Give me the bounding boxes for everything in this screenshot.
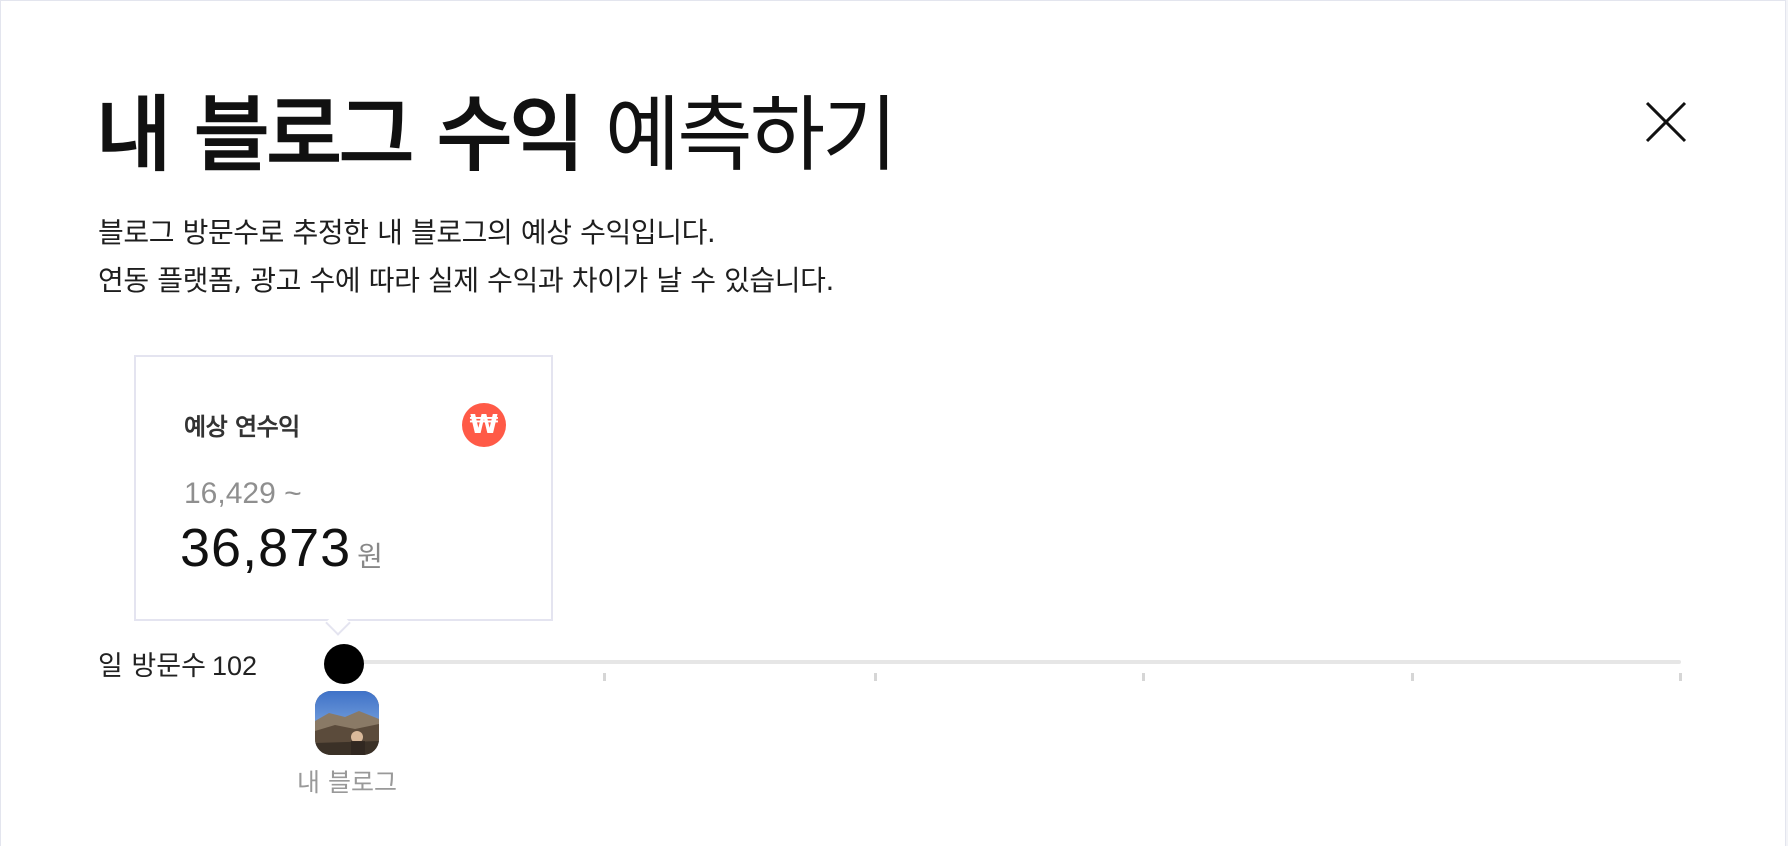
description-line-1: 블로그 방문수로 추정한 내 블로그의 예상 수익입니다.: [98, 216, 716, 249]
estimate-label: 예상 연수익: [184, 413, 300, 441]
visits-slider-thumb[interactable]: [324, 644, 364, 684]
page-title: 내 블로그 수익 예측하기: [96, 81, 898, 191]
estimate-max-value: 36,873: [180, 518, 352, 578]
close-icon: [1645, 101, 1687, 143]
visits-slider-track[interactable]: [344, 660, 1681, 664]
blog-photo-image: [315, 691, 379, 755]
description: 블로그 방문수로 추정한 내 블로그의 예상 수익입니다. 연동 플랫폼, 광고…: [98, 209, 834, 305]
my-blog-avatar: [315, 691, 379, 755]
close-button[interactable]: [1641, 97, 1691, 147]
title-bold: 내 블로그 수익: [96, 88, 585, 183]
slider-tick: [1679, 673, 1682, 681]
slider-tick: [603, 673, 606, 681]
title-light: 예측하기: [604, 88, 898, 183]
estimate-range-min: 16,429 ~: [184, 477, 302, 510]
daily-visits-label: 일 방문수 102: [98, 644, 257, 683]
daily-visits-text: 일 방문수: [98, 651, 206, 682]
slider-tick: [1411, 673, 1414, 681]
currency-unit: 원: [357, 540, 383, 573]
my-blog-label: 내 블로그: [297, 768, 397, 797]
daily-visits-count: 102: [211, 651, 258, 681]
estimate-card: 예상 연수익 ₩ 16,429 ~ 36,873 원: [134, 355, 553, 621]
slider-tick: [1142, 673, 1145, 681]
estimate-range-max: 36,873 원: [180, 517, 383, 579]
slider-tick: [874, 673, 877, 681]
revenue-estimate-modal: 내 블로그 수익 예측하기 블로그 방문수로 추정한 내 블로그의 예상 수익입…: [0, 0, 1786, 846]
won-currency-icon: ₩: [462, 403, 506, 447]
description-line-2: 연동 플랫폼, 광고 수에 따라 실제 수익과 차이가 날 수 있습니다.: [98, 264, 835, 297]
